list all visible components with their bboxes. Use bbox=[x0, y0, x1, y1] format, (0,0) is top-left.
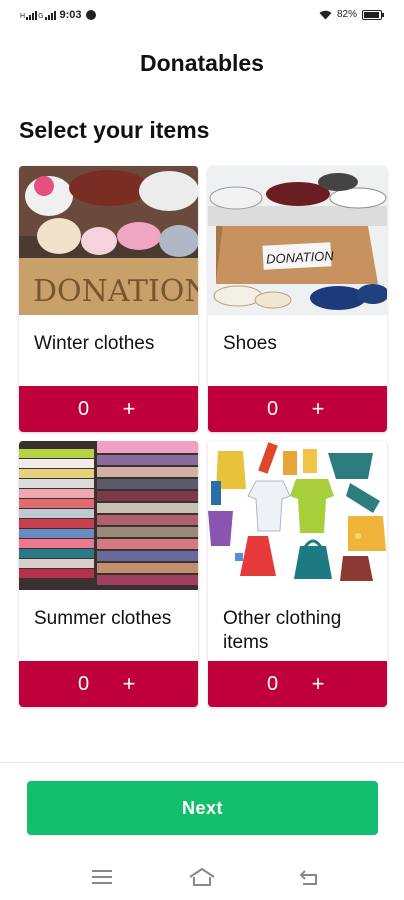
winter-clothes-photo: DONATION bbox=[19, 166, 198, 315]
data-saver-icon bbox=[85, 10, 96, 20]
item-label: Shoes bbox=[223, 333, 277, 354]
battery-icon bbox=[362, 9, 384, 20]
increment-button[interactable]: + bbox=[119, 671, 139, 697]
status-right: 82% bbox=[319, 9, 384, 20]
footer-divider bbox=[0, 762, 404, 763]
increment-button[interactable]: + bbox=[308, 396, 328, 422]
system-nav-bar bbox=[0, 858, 404, 898]
item-label: Winter clothes bbox=[34, 333, 155, 354]
item-card-winter-clothes[interactable]: DONATION Winter clothes 0 + bbox=[19, 166, 198, 432]
quantity-bar: 0 + bbox=[19, 661, 198, 707]
section-title: Select your items bbox=[19, 117, 210, 143]
menu-icon[interactable] bbox=[87, 864, 117, 890]
quantity-bar: 0 + bbox=[208, 386, 387, 432]
home-icon[interactable] bbox=[187, 864, 217, 890]
battery-percent: 82% bbox=[336, 9, 357, 20]
page-title: Donatables bbox=[140, 50, 264, 76]
item-card-summer-clothes[interactable]: Summer clothes 0 + bbox=[19, 441, 198, 707]
svg-text:DONATION: DONATION bbox=[33, 274, 198, 309]
wifi-icon bbox=[319, 10, 332, 19]
quantity-value: 0 bbox=[77, 672, 90, 695]
quantity-bar: 0 + bbox=[19, 386, 198, 432]
item-card-shoes[interactable]: DONATION Shoes 0 + bbox=[208, 166, 387, 432]
quantity-value: 0 bbox=[77, 397, 90, 420]
item-label: Summer clothes bbox=[34, 608, 172, 629]
network-type-label: H bbox=[20, 12, 26, 20]
back-icon[interactable] bbox=[294, 864, 324, 890]
increment-button[interactable]: + bbox=[119, 396, 139, 422]
status-time: 9:03 bbox=[59, 9, 82, 21]
quantity-value: 0 bbox=[266, 397, 279, 420]
quantity-value: 0 bbox=[266, 672, 279, 695]
next-button[interactable]: Next bbox=[27, 781, 378, 835]
signal-icon: H G bbox=[20, 10, 56, 20]
shoes-donation-photo: DONATION bbox=[208, 166, 387, 315]
item-label: Other clothing items bbox=[223, 608, 342, 653]
item-card-other-clothing[interactable]: Other clothing items 0 + bbox=[208, 441, 387, 707]
summer-clothes-photo bbox=[19, 441, 198, 590]
clothing-illustration bbox=[208, 441, 387, 590]
status-bar: H G 9:03 82% bbox=[0, 0, 404, 34]
status-left: H G 9:03 bbox=[20, 9, 96, 21]
quantity-bar: 0 + bbox=[208, 661, 387, 707]
network-type-label-2: G bbox=[38, 12, 44, 20]
increment-button[interactable]: + bbox=[308, 671, 328, 697]
